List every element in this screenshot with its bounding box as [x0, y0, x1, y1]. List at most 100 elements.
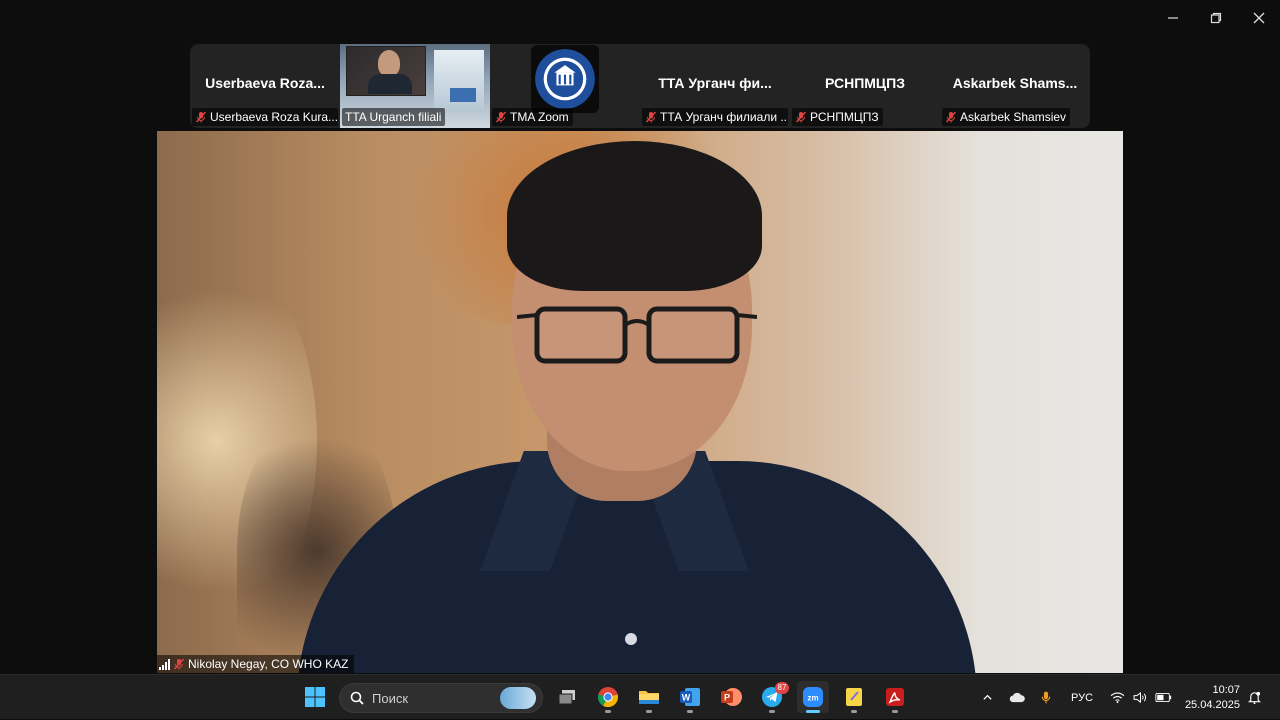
mic-off-icon — [795, 111, 807, 123]
microphone-tray[interactable] — [1038, 675, 1054, 720]
shirt-button — [625, 633, 637, 645]
window-controls — [1151, 0, 1280, 36]
participant-tile-name: ТТА Урганч фи... — [658, 75, 772, 91]
microphone-icon — [1041, 691, 1051, 704]
search-icon — [350, 691, 364, 705]
speaker-hair — [507, 141, 762, 291]
search-highlight-icon — [500, 687, 536, 709]
taskbar-zoom[interactable]: zm — [797, 681, 829, 713]
battery-icon — [1154, 693, 1171, 702]
participant-tile[interactable]: ТТА Урганч фи... ТТА Урганч филиали ... — [640, 44, 790, 128]
participant-label: ТТА Урганч филиали ... — [642, 108, 788, 126]
task-view-button[interactable] — [551, 681, 583, 713]
notification-badge: 87 — [775, 682, 789, 694]
taskbar-powerpoint[interactable]: P — [715, 681, 747, 713]
word-icon: W — [680, 688, 700, 706]
active-indicator — [806, 710, 820, 713]
minimize-button[interactable] — [1151, 0, 1194, 36]
language-text: РУС — [1070, 691, 1094, 704]
language-indicator[interactable]: РУС — [1062, 675, 1102, 720]
wifi-icon — [1110, 692, 1124, 703]
start-button[interactable] — [299, 681, 331, 713]
participant-label-text: Userbaeva Roza Kura... — [210, 110, 338, 124]
participant-label-text: РСНПМЦПЗ — [810, 110, 879, 124]
mic-off-icon — [645, 111, 657, 123]
signal-strength-icon — [159, 658, 170, 670]
running-indicator — [646, 710, 652, 713]
mic-off-icon — [495, 111, 507, 123]
svg-text:P: P — [724, 693, 730, 703]
participant-label-text: TTA Urganch filiali — [345, 110, 442, 124]
chevron-up-icon — [982, 694, 992, 700]
participant-tile-video[interactable]: TTA Urganch filiali — [340, 44, 490, 128]
cloud-icon — [1009, 692, 1025, 703]
acrobat-icon — [886, 688, 904, 706]
participant-label-text: Askarbek Shamsiev — [960, 110, 1067, 124]
restore-icon — [1210, 12, 1221, 24]
battery-tray[interactable] — [1153, 675, 1173, 720]
running-indicator — [769, 710, 775, 713]
taskbar-sticky-notes[interactable] — [838, 681, 870, 713]
video-person — [378, 50, 400, 76]
clock-time: 10:07 — [1212, 684, 1240, 696]
onedrive-tray[interactable] — [1006, 675, 1028, 720]
mic-off-icon — [173, 658, 185, 670]
taskbar-search[interactable]: Поиск — [339, 683, 543, 713]
restore-button[interactable] — [1194, 0, 1237, 36]
running-indicator — [687, 710, 693, 713]
taskbar-telegram[interactable]: 87 — [756, 681, 789, 713]
participant-label-text: TMA Zoom — [510, 110, 569, 124]
running-indicator — [892, 710, 898, 713]
svg-text:W: W — [682, 693, 691, 703]
mic-off-icon — [195, 111, 207, 123]
notifications-button[interactable] — [1244, 675, 1264, 720]
mic-off-icon — [945, 111, 957, 123]
close-button[interactable] — [1237, 0, 1280, 36]
chrome-icon — [597, 687, 619, 708]
taskbar-file-explorer[interactable] — [633, 681, 665, 713]
powerpoint-icon: P — [721, 688, 742, 706]
svg-text:zm: zm — [807, 694, 818, 703]
participant-tile-name: Askarbek Shams... — [952, 75, 1078, 91]
minimize-icon — [1167, 17, 1178, 19]
speaker-label: Nikolay Negay, CO WHO KAZ — [157, 655, 355, 673]
search-placeholder: Поиск — [372, 690, 409, 706]
taskbar-clock[interactable]: 10:07 25.04.2025 — [1185, 683, 1240, 713]
clock-date: 25.04.2025 — [1184, 699, 1240, 711]
wifi-tray[interactable] — [1108, 675, 1126, 720]
folder-icon — [639, 691, 659, 704]
taskbar-chrome[interactable] — [592, 681, 624, 713]
participant-label: TMA Zoom — [492, 108, 573, 126]
notification-bell-icon — [1247, 691, 1261, 704]
participant-tile-name: РСНПМЦПЗ — [825, 75, 905, 91]
participant-strip: Userbaeva Roza... Userbaeva Roza Kura...… — [190, 44, 1090, 128]
volume-tray[interactable] — [1131, 675, 1149, 720]
participant-label: Askarbek Shamsiev — [942, 108, 1071, 126]
windows-start-icon — [305, 687, 325, 707]
taskbar-word[interactable]: W — [674, 681, 706, 713]
running-indicator — [605, 710, 611, 713]
participant-tile[interactable]: Askarbek Shams... Askarbek Shamsiev — [940, 44, 1090, 128]
show-hidden-icons-button[interactable] — [978, 675, 996, 720]
windows-taskbar: Поиск W P 87 zm РУС 10:07 25.04.2025 — [0, 674, 1280, 719]
institution-logo-icon — [531, 45, 599, 113]
participant-tile-logo[interactable]: TMA Zoom — [490, 44, 640, 128]
participant-label: TTA Urganch filiali — [342, 108, 446, 126]
participant-label-text: ТТА Урганч филиали ... — [660, 110, 788, 124]
speaker-label-text: Nikolay Negay, CO WHO KAZ — [188, 657, 349, 671]
participant-tile[interactable]: Userbaeva Roza... Userbaeva Roza Kura... — [190, 44, 340, 128]
close-icon — [1253, 12, 1264, 24]
speaker-icon — [1133, 692, 1146, 703]
running-indicator — [851, 710, 857, 713]
participant-tile[interactable]: РСНПМЦПЗ РСНПМЦПЗ — [790, 44, 940, 128]
zoom-icon: zm — [803, 687, 823, 707]
active-speaker-video[interactable]: Nikolay Negay, CO WHO KAZ — [157, 131, 1123, 673]
taskbar-acrobat[interactable] — [879, 681, 911, 713]
video-person-body — [368, 74, 412, 94]
participant-tile-name: Userbaeva Roza... — [205, 75, 325, 91]
participant-label: РСНПМЦПЗ — [792, 108, 883, 126]
glasses-icon — [517, 306, 757, 364]
video-background-sign — [450, 88, 476, 102]
participant-label: Userbaeva Roza Kura... — [192, 108, 338, 126]
sticky-notes-icon — [846, 688, 862, 706]
